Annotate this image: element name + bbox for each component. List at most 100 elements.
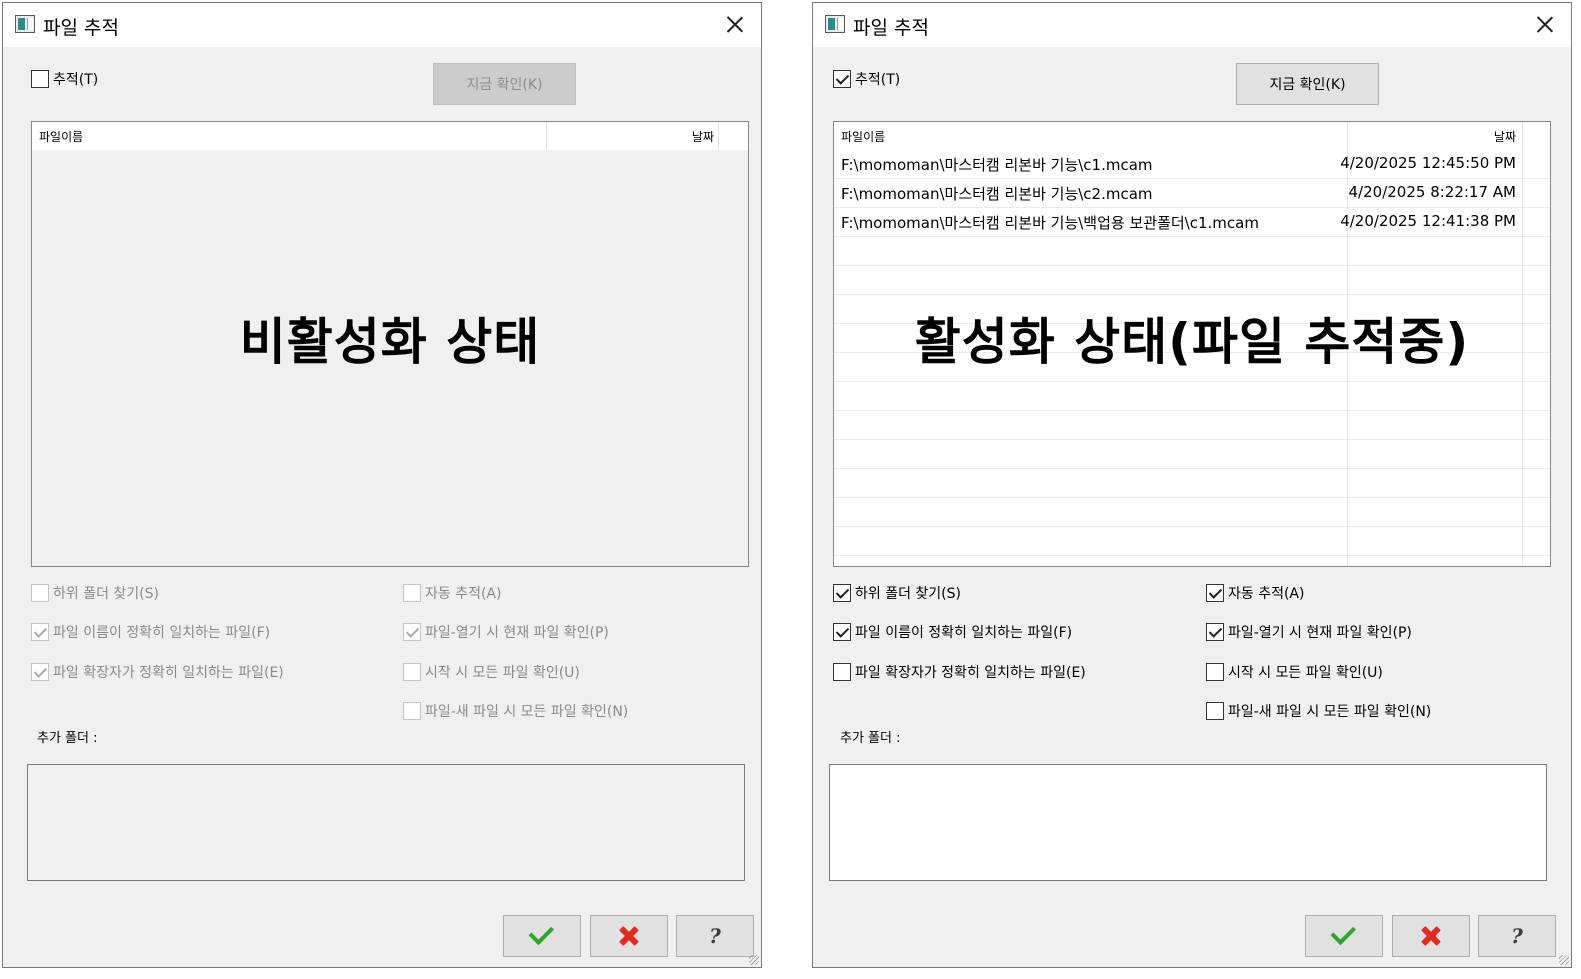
exact-name-label: 파일 이름이 정확히 일치하는 파일(F) xyxy=(855,625,1073,641)
check-on-start-checkbox[interactable]: 시작 시 모든 파일 확인(U) xyxy=(1206,662,1383,682)
row-grid-line xyxy=(834,294,1550,295)
extra-folder-label: 추가 폴더 : xyxy=(840,731,901,746)
checkbox-box[interactable] xyxy=(1206,702,1224,720)
row-grid-line xyxy=(834,439,1550,440)
status-overlay-text: 비활성화 상태 xyxy=(239,313,541,371)
track-label: 추적(T) xyxy=(855,72,901,88)
extra-folder-label: 추가 폴더 : xyxy=(37,731,98,746)
window-title: 파일 추적 xyxy=(43,17,119,39)
auto-track-checkbox[interactable]: 자동 추적(A) xyxy=(403,583,501,603)
exact-name-checkbox[interactable]: 파일 이름이 정확히 일치하는 파일(F) xyxy=(833,622,1072,642)
column-header-filename[interactable]: 파일이름 xyxy=(39,128,83,145)
track-checkbox[interactable]: 추적(T) xyxy=(31,69,98,89)
extra-folder-box[interactable] xyxy=(829,764,1547,881)
file-date-cell: 4/20/2025 12:45:50 PM xyxy=(1340,154,1516,172)
resize-grip[interactable] xyxy=(1559,955,1569,965)
checkbox-box[interactable] xyxy=(31,623,49,641)
checkbox-box[interactable] xyxy=(403,663,421,681)
exact-extension-checkbox[interactable]: 파일 확장자가 정확히 일치하는 파일(E) xyxy=(31,662,284,682)
extra-folder-box[interactable] xyxy=(27,764,745,881)
check-on-start-checkbox[interactable]: 시작 시 모든 파일 확인(U) xyxy=(403,662,580,682)
title-bar: 파일 추적 xyxy=(3,3,761,47)
help-question-icon: ? xyxy=(1511,924,1523,948)
table-row[interactable]: F:\momoman\마스터캠 리본바 기능\백업용 보관폴더\c1.mcam … xyxy=(834,208,1550,237)
cancel-x-icon xyxy=(1420,925,1442,947)
exact-extension-checkbox[interactable]: 파일 확장자가 정확히 일치하는 파일(E) xyxy=(833,662,1086,682)
check-on-new-label: 파일-새 파일 시 모든 파일 확인(N) xyxy=(425,704,629,720)
row-grid-line xyxy=(834,410,1550,411)
ok-button[interactable] xyxy=(1305,915,1383,957)
auto-track-checkbox[interactable]: 자동 추적(A) xyxy=(1206,583,1304,603)
table-row[interactable]: F:\momoman\마스터캠 리본바 기능\c2.mcam 4/20/2025… xyxy=(834,179,1550,208)
title-bar: 파일 추적 xyxy=(813,3,1571,47)
column-header-date[interactable]: 날짜 xyxy=(692,128,714,145)
check-on-new-checkbox[interactable]: 파일-새 파일 시 모든 파일 확인(N) xyxy=(403,701,628,721)
checkbox-box[interactable] xyxy=(31,584,49,602)
column-divider[interactable] xyxy=(546,122,547,150)
cancel-x-icon xyxy=(618,925,640,947)
column-divider[interactable] xyxy=(1347,122,1348,150)
file-date-cell: 4/20/2025 8:22:17 AM xyxy=(1348,183,1516,201)
check-on-open-checkbox[interactable]: 파일-열기 시 현재 파일 확인(P) xyxy=(1206,622,1412,642)
list-header: 파일이름 날짜 xyxy=(32,122,748,150)
track-label: 추적(T) xyxy=(53,72,99,88)
status-overlay-text: 활성화 상태(파일 추적중) xyxy=(914,313,1470,371)
checkbox-box[interactable] xyxy=(833,584,851,602)
check-on-open-label: 파일-열기 시 현재 파일 확인(P) xyxy=(1228,625,1412,641)
check-on-start-label: 시작 시 모든 파일 확인(U) xyxy=(1228,665,1383,681)
window-title: 파일 추적 xyxy=(853,17,929,39)
help-button[interactable]: ? xyxy=(676,915,754,957)
row-grid-line xyxy=(834,265,1550,266)
column-divider[interactable] xyxy=(718,122,719,150)
row-grid-line xyxy=(834,555,1550,556)
checkbox-box[interactable] xyxy=(833,70,851,88)
subfolders-checkbox[interactable]: 하위 폴더 찾기(S) xyxy=(31,583,159,603)
subfolders-label: 하위 폴더 찾기(S) xyxy=(53,586,159,602)
exact-extension-label: 파일 확장자가 정확히 일치하는 파일(E) xyxy=(855,665,1086,681)
cancel-button[interactable] xyxy=(590,915,668,957)
column-divider[interactable] xyxy=(1522,122,1523,150)
auto-track-label: 자동 추적(A) xyxy=(1228,586,1305,602)
checkbox-box[interactable] xyxy=(403,584,421,602)
column-header-filename[interactable]: 파일이름 xyxy=(841,128,885,145)
checkbox-box[interactable] xyxy=(1206,663,1224,681)
checkbox-box[interactable] xyxy=(1206,623,1224,641)
close-icon[interactable] xyxy=(1529,9,1561,39)
checkbox-box[interactable] xyxy=(1206,584,1224,602)
row-grid-line xyxy=(834,526,1550,527)
column-header-date[interactable]: 날짜 xyxy=(1494,128,1516,145)
checkbox-box[interactable] xyxy=(403,702,421,720)
app-icon xyxy=(15,15,35,33)
checkbox-box[interactable] xyxy=(403,623,421,641)
file-list[interactable]: 파일이름 날짜 F:\momoman\마스터캠 리본바 기능\c1.mcam 4… xyxy=(833,121,1551,567)
cancel-button[interactable] xyxy=(1392,915,1470,957)
row-grid-line xyxy=(834,497,1550,498)
help-button[interactable]: ? xyxy=(1478,915,1556,957)
help-question-icon: ? xyxy=(709,924,721,948)
subfolders-checkbox[interactable]: 하위 폴더 찾기(S) xyxy=(833,583,961,603)
ok-check-icon xyxy=(528,919,555,946)
ok-button[interactable] xyxy=(503,915,581,957)
file-list[interactable]: 파일이름 날짜 비활성화 상태 xyxy=(31,121,749,567)
check-now-button[interactable]: 지금 확인(K) xyxy=(1236,63,1379,105)
list-header: 파일이름 날짜 xyxy=(834,122,1550,150)
resize-grip[interactable] xyxy=(749,955,759,965)
exact-name-checkbox[interactable]: 파일 이름이 정확히 일치하는 파일(F) xyxy=(31,622,270,642)
checkbox-box[interactable] xyxy=(833,623,851,641)
auto-track-label: 자동 추적(A) xyxy=(425,586,502,602)
checkbox-box[interactable] xyxy=(31,663,49,681)
table-row[interactable]: F:\momoman\마스터캠 리본바 기능\c1.mcam 4/20/2025… xyxy=(834,150,1550,179)
track-checkbox[interactable]: 추적(T) xyxy=(833,69,900,89)
check-on-open-label: 파일-열기 시 현재 파일 확인(P) xyxy=(425,625,609,641)
close-icon[interactable] xyxy=(719,9,751,39)
check-now-button[interactable]: 지금 확인(K) xyxy=(433,63,576,105)
check-on-start-label: 시작 시 모든 파일 확인(U) xyxy=(425,665,580,681)
check-on-new-label: 파일-새 파일 시 모든 파일 확인(N) xyxy=(1228,704,1432,720)
checkbox-box[interactable] xyxy=(833,663,851,681)
file-date-cell: 4/20/2025 12:41:38 PM xyxy=(1340,212,1516,230)
check-on-open-checkbox[interactable]: 파일-열기 시 현재 파일 확인(P) xyxy=(403,622,609,642)
check-on-new-checkbox[interactable]: 파일-새 파일 시 모든 파일 확인(N) xyxy=(1206,701,1431,721)
row-grid-line xyxy=(834,381,1550,382)
checkbox-box[interactable] xyxy=(31,70,49,88)
subfolders-label: 하위 폴더 찾기(S) xyxy=(855,586,961,602)
